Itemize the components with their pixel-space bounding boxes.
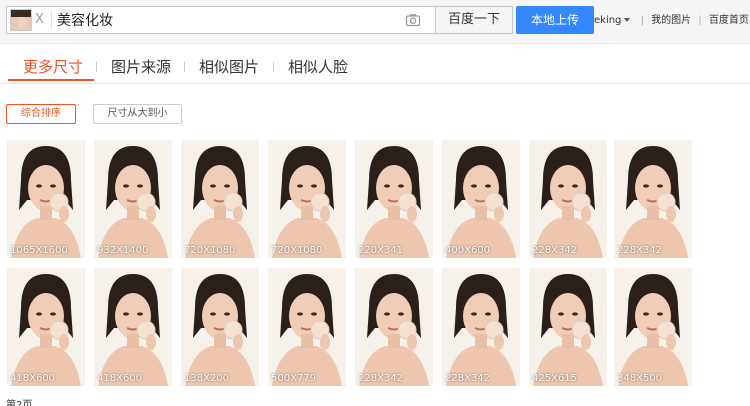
portrait-image: [355, 268, 433, 386]
chevron-down-icon[interactable]: [624, 17, 631, 22]
result-thumbnail[interactable]: 720X1080: [268, 140, 346, 258]
tab-similar-images[interactable]: 相似图片: [199, 56, 259, 77]
result-thumbnail[interactable]: 418X600: [7, 268, 85, 386]
tab-separator: [273, 62, 274, 72]
tab-separator: [96, 62, 97, 72]
result-thumbnail[interactable]: 220X341: [355, 140, 433, 258]
image-size-label: 138X200: [184, 373, 230, 384]
query-image-thumbnail[interactable]: [10, 9, 32, 31]
image-size-label: 500X779: [271, 373, 317, 384]
portrait-image: [94, 268, 172, 386]
portrait-image: [614, 140, 692, 258]
image-size-label: 932X1400: [97, 245, 149, 256]
search-box: X 百度一下: [6, 6, 513, 34]
portrait-image: [442, 140, 520, 258]
portrait-image: [7, 268, 85, 386]
baidu-home-link[interactable]: 百度首页: [709, 11, 749, 26]
tab-image-source[interactable]: 图片来源: [111, 56, 171, 77]
search-button[interactable]: 百度一下: [435, 6, 513, 34]
portrait-image: [614, 268, 692, 386]
image-size-label: 220X341: [358, 245, 404, 256]
search-input[interactable]: [57, 9, 397, 31]
divider: [51, 11, 52, 29]
image-size-label: 348X500: [617, 373, 663, 384]
tab-similar-faces[interactable]: 相似人脸: [288, 56, 348, 77]
result-thumbnail[interactable]: 720X1080: [181, 140, 259, 258]
result-thumbnail[interactable]: 228X342: [529, 140, 607, 258]
my-images-link[interactable]: 我的图片: [651, 11, 691, 26]
image-size-label: 228X342: [532, 245, 578, 256]
camera-icon[interactable]: [405, 12, 421, 28]
top-links: eking | 我的图片 | 百度首页 | 设: [594, 11, 750, 26]
image-size-label: 228X342: [358, 373, 404, 384]
tab-bar: 更多尺寸 图片来源 相似图片 相似人脸: [0, 44, 750, 84]
result-thumbnail[interactable]: 425X615: [529, 268, 607, 386]
sort-by-size-button[interactable]: 尺寸从大到小: [93, 104, 182, 124]
result-thumbnail[interactable]: 348X500: [614, 268, 692, 386]
result-thumbnail[interactable]: 228X342: [614, 140, 692, 258]
portrait-image: [268, 268, 346, 386]
result-thumbnail[interactable]: 400X600: [442, 140, 520, 258]
result-thumbnail[interactable]: 500X779: [268, 268, 346, 386]
result-thumbnail[interactable]: 138X200: [181, 268, 259, 386]
sort-comprehensive-button[interactable]: 综合排序: [6, 104, 76, 124]
tab-separator: [184, 62, 185, 72]
result-thumbnail[interactable]: 1065X1600: [7, 140, 85, 258]
result-thumbnail[interactable]: 228X342: [355, 268, 433, 386]
image-size-label: 720X1080: [184, 245, 236, 256]
image-size-label: 228X342: [617, 245, 663, 256]
portrait-image: [268, 140, 346, 258]
upload-button[interactable]: 本地上传: [516, 6, 594, 34]
portrait-image: [355, 140, 433, 258]
portrait-image: [94, 140, 172, 258]
image-size-label: 720X1080: [271, 245, 323, 256]
result-thumbnail[interactable]: 418X600: [94, 268, 172, 386]
result-thumbnail[interactable]: 228X342: [442, 268, 520, 386]
portrait-image: [529, 140, 607, 258]
portrait-image: [529, 268, 607, 386]
image-size-label: 418X600: [10, 373, 56, 384]
result-thumbnail[interactable]: 932X1400: [94, 140, 172, 258]
page-number: 第2页: [6, 400, 33, 406]
top-bar: X 百度一下 本地上传 eking | 我的图片 | 百度首页 | 设: [0, 0, 750, 44]
portrait-image: [442, 268, 520, 386]
image-size-label: 425X615: [532, 373, 578, 384]
user-menu[interactable]: eking: [594, 15, 621, 26]
link-separator: |: [640, 15, 644, 26]
tab-more-sizes[interactable]: 更多尺寸: [23, 56, 83, 77]
image-size-label: 228X342: [445, 373, 491, 384]
portrait-image: [7, 140, 85, 258]
link-separator: |: [698, 15, 702, 26]
image-size-label: 400X600: [445, 245, 491, 256]
image-size-label: 1065X1600: [10, 245, 68, 256]
remove-query-image-button[interactable]: X: [35, 11, 44, 29]
active-tab-indicator: [8, 79, 94, 81]
tab-bar-border: [0, 83, 750, 84]
image-size-label: 418X600: [97, 373, 143, 384]
portrait-image: [181, 140, 259, 258]
portrait-image: [181, 268, 259, 386]
